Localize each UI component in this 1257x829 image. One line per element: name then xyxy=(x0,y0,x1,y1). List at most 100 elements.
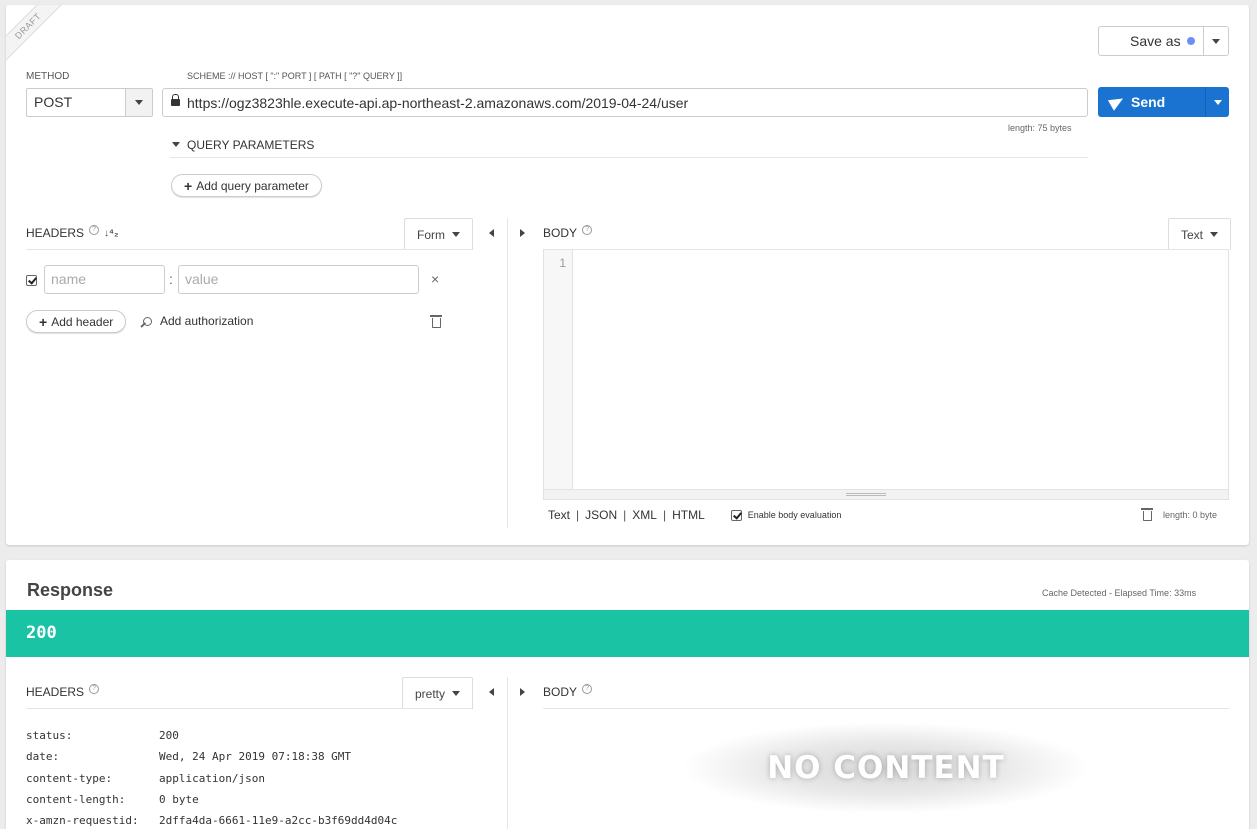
help-icon[interactable]: ? xyxy=(89,684,100,694)
caret-right-icon xyxy=(520,688,525,696)
response-headers-mode-value: pretty xyxy=(415,686,446,701)
response-panel: Response Cache Detected - Elapsed Time: … xyxy=(6,560,1249,829)
editor-resize-bar[interactable] xyxy=(544,489,1228,499)
response-header-value: 2dffa4da-6661-11e9-a2cc-b3f69dd4d04c xyxy=(159,814,398,828)
response-header-key: date: xyxy=(26,750,60,764)
url-format-label: SCHEME :// HOST [ ":" PORT ] [ PATH [ "?… xyxy=(187,71,403,81)
checkbox-checked-icon xyxy=(26,275,37,286)
body-mode-value: Text xyxy=(1181,227,1204,242)
unsaved-dot-icon xyxy=(1186,37,1195,45)
header-separator: : xyxy=(169,271,173,287)
enable-body-evaluation-label: Enable body evaluation xyxy=(747,510,842,520)
method-dropdown[interactable] xyxy=(125,89,152,116)
body-label: BODY xyxy=(543,685,578,699)
add-header-label: Add header xyxy=(51,314,114,329)
trash-icon xyxy=(430,315,442,328)
chevron-down-icon xyxy=(1210,232,1219,237)
body-label: BODY xyxy=(543,226,578,240)
response-header-row: content-type: application/json xyxy=(26,768,397,789)
save-as-button-group: Save as xyxy=(1098,26,1229,56)
headers-mode-value: Form xyxy=(417,227,445,242)
chevron-down-icon xyxy=(1213,99,1222,105)
send-button-group: Send xyxy=(1098,87,1229,117)
clear-body-button[interactable] xyxy=(1141,508,1153,521)
response-headers-title: HEADERS ? xyxy=(26,684,100,699)
trash-icon xyxy=(1141,508,1153,521)
draft-ribbon: DRAFT xyxy=(6,5,66,65)
body-editor[interactable]: 1 xyxy=(543,250,1229,500)
separator: | xyxy=(662,508,667,522)
body-mode-dropdown[interactable]: Text xyxy=(1168,218,1232,250)
response-meta: Cache Detected - Elapsed Time: 33ms xyxy=(1042,588,1197,598)
lock-icon xyxy=(171,93,180,109)
remove-header-icon[interactable]: × xyxy=(431,271,439,287)
expand-right-button[interactable] xyxy=(520,688,525,696)
header-row-checkbox[interactable] xyxy=(26,275,37,286)
draft-label: DRAFT xyxy=(6,5,66,65)
method-select[interactable]: POST xyxy=(26,88,153,117)
add-authorization-link[interactable]: Add authorization xyxy=(143,314,253,328)
status-code-bar: 200 xyxy=(6,610,1249,657)
format-json-link[interactable]: JSON xyxy=(585,508,617,522)
panel-splitter[interactable] xyxy=(507,218,508,528)
response-header-value: Wed, 24 Apr 2019 07:18:38 GMT xyxy=(159,750,352,764)
url-input[interactable]: https://ogz3823hle.execute-api.ap-northe… xyxy=(162,88,1088,117)
caret-right-icon xyxy=(520,229,525,237)
response-headers-mode-dropdown[interactable]: pretty xyxy=(402,677,474,709)
send-dropdown[interactable] xyxy=(1205,87,1229,117)
separator: | xyxy=(576,508,580,522)
add-header-button[interactable]: + Add header xyxy=(26,310,127,333)
expand-right-button[interactable] xyxy=(520,229,525,237)
sort-icon[interactable]: ↓⁴₂ xyxy=(104,228,118,239)
chevron-down-icon xyxy=(135,100,143,105)
format-text-link[interactable]: Text xyxy=(548,508,570,522)
response-panel-splitter[interactable] xyxy=(507,677,508,829)
request-body-title: BODY ? xyxy=(543,225,593,240)
caret-down-icon xyxy=(172,142,180,147)
response-header-row: x-amzn-requestid: 2dffa4da-6661-11e9-a2cc… xyxy=(26,810,397,829)
method-label: METHOD xyxy=(26,71,70,82)
response-header-key: content-type: xyxy=(26,771,113,785)
response-headers-divider xyxy=(26,708,472,709)
plus-icon: + xyxy=(39,313,48,330)
header-value-input[interactable]: value xyxy=(178,265,419,294)
caret-left-icon xyxy=(489,688,494,696)
headers-mode-dropdown[interactable]: Form xyxy=(404,218,473,250)
add-query-parameter-button[interactable]: + Add query parameter xyxy=(171,174,322,197)
clear-headers-button[interactable] xyxy=(430,315,442,328)
collapse-left-button[interactable] xyxy=(489,688,494,696)
headers-divider xyxy=(26,249,472,250)
resize-grip-icon[interactable] xyxy=(846,493,886,496)
body-length: length: 0 byte xyxy=(1163,510,1218,520)
response-header-key: x-amzn-requestid: xyxy=(26,814,139,828)
response-header-row: date: Wed, 24 Apr 2019 07:18:38 GMT xyxy=(26,746,397,767)
help-icon[interactable]: ? xyxy=(582,684,593,694)
response-header-value: 0 byte xyxy=(159,793,199,807)
line-number: 1 xyxy=(559,256,566,270)
save-as-button[interactable]: Save as xyxy=(1099,27,1203,55)
line-gutter: 1 xyxy=(544,250,573,490)
send-label: Send xyxy=(1131,94,1166,110)
url-value: https://ogz3823hle.execute-api.ap-northe… xyxy=(187,94,689,111)
add-authorization-label: Add authorization xyxy=(160,314,254,328)
format-xml-link[interactable]: XML xyxy=(632,508,657,522)
response-header-row: content-length: 0 byte xyxy=(26,789,397,810)
chevron-down-icon xyxy=(452,691,461,696)
header-name-input[interactable]: name xyxy=(44,265,165,294)
format-html-link[interactable]: HTML xyxy=(672,508,705,522)
caret-left-icon xyxy=(489,229,494,237)
collapse-left-button[interactable] xyxy=(489,229,494,237)
send-button[interactable]: Send xyxy=(1098,87,1205,117)
request-panel: DRAFT Save as METHOD SCHEME :// HOST [ "… xyxy=(6,5,1249,545)
headers-label: HEADERS xyxy=(26,685,85,699)
method-value: POST xyxy=(34,94,73,110)
key-icon xyxy=(143,316,152,326)
add-query-parameter-label: Add query parameter xyxy=(196,178,309,193)
help-icon[interactable]: ? xyxy=(582,225,593,235)
save-as-dropdown[interactable] xyxy=(1203,27,1228,55)
enable-body-evaluation-checkbox[interactable] xyxy=(730,509,742,521)
query-parameters-toggle[interactable]: QUERY PARAMETERS xyxy=(170,132,1088,158)
response-body-title: BODY ? xyxy=(543,684,593,699)
help-icon[interactable]: ? xyxy=(89,225,100,235)
response-title: Response xyxy=(27,580,114,600)
